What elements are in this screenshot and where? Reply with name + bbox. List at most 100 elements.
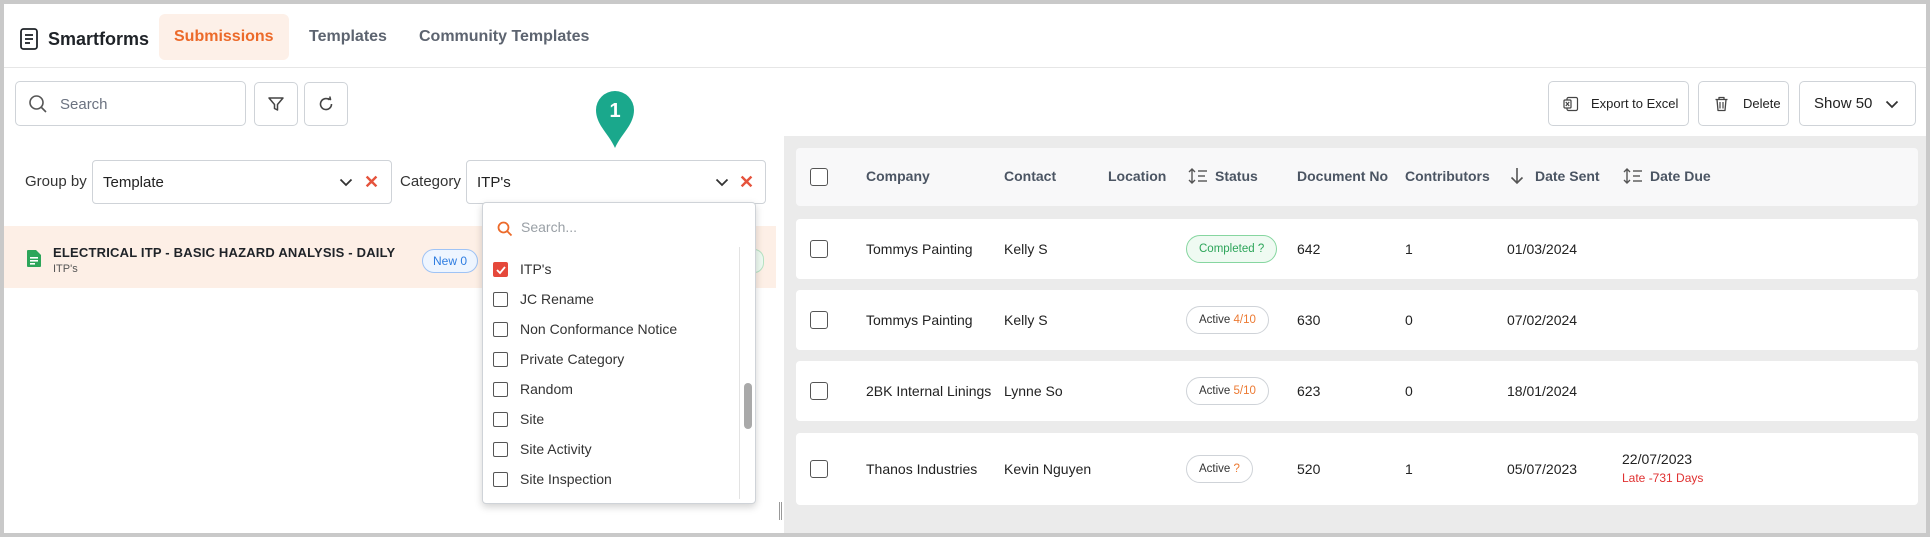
status-text: Active — [1199, 385, 1231, 397]
checkbox[interactable] — [493, 382, 508, 397]
column-location[interactable]: Location — [1108, 168, 1166, 184]
row-checkbox[interactable] — [810, 240, 828, 258]
tab-templates[interactable]: Templates — [294, 14, 402, 60]
contact-cell: Kelly S — [1004, 312, 1048, 328]
group-by-select[interactable]: Template ✕ — [92, 160, 392, 204]
new-count-badge: New 0 — [422, 249, 479, 273]
table-header: Company Contact Location Status Document… — [796, 148, 1918, 206]
search-box[interactable] — [15, 81, 246, 126]
app-title: Smartforms — [48, 29, 150, 49]
status-text: Active — [1199, 314, 1231, 326]
document-no-cell: 520 — [1297, 461, 1321, 477]
document-icon — [27, 250, 41, 267]
date-due-cell: 22/07/2023 — [1622, 451, 1693, 467]
page-size-value: Show 50 — [1814, 95, 1873, 112]
checkmark-icon — [495, 265, 506, 274]
category-search-input[interactable] — [521, 217, 721, 237]
checkbox[interactable] — [493, 322, 508, 337]
document-no-cell: 630 — [1297, 312, 1321, 328]
category-option[interactable]: Site — [493, 408, 733, 430]
divider — [4, 67, 1926, 68]
status-count: ? — [1257, 243, 1265, 255]
document-no-cell: 642 — [1297, 241, 1321, 257]
option-label: Site — [520, 411, 545, 427]
option-label: Non Conformance Notice — [520, 321, 678, 337]
column-date-due[interactable]: Date Due — [1650, 168, 1711, 184]
group-by-label: Group by — [25, 173, 87, 190]
export-to-excel-button[interactable]: Export to Excel — [1548, 81, 1689, 126]
chevron-down-icon — [339, 178, 353, 187]
smartforms-logo-icon — [20, 28, 38, 50]
status-count: 4/10 — [1233, 314, 1256, 326]
select-all-checkbox[interactable] — [810, 168, 828, 186]
sort-icon[interactable] — [1188, 167, 1208, 185]
filter-icon — [268, 97, 284, 111]
column-company[interactable]: Company — [866, 168, 930, 184]
app-window: Smartforms Submissions Templates Communi… — [4, 4, 1926, 533]
group-title: ELECTRICAL ITP - BASIC HAZARD ANALYSIS -… — [53, 245, 396, 260]
column-document-no[interactable]: Document No — [1297, 168, 1388, 184]
category-value: ITP's — [477, 174, 511, 191]
table-row[interactable]: Thanos Industries Kevin Nguyen Active ? … — [796, 433, 1918, 505]
contact-cell: Kevin Nguyen — [1004, 461, 1092, 477]
search-input[interactable] — [60, 94, 236, 114]
checkbox[interactable] — [493, 352, 508, 367]
table-row[interactable]: 2BK Internal Linings Lynne So Active 5/1… — [796, 361, 1918, 421]
checkbox-checked[interactable] — [493, 262, 508, 277]
option-label: Random — [520, 381, 573, 397]
refresh-icon — [319, 96, 333, 111]
checkbox[interactable] — [493, 442, 508, 457]
export-label: Export to Excel — [1591, 96, 1679, 111]
category-label: Category — [400, 173, 461, 190]
filter-button[interactable] — [254, 82, 298, 126]
contributors-cell: 0 — [1405, 312, 1413, 328]
company-cell: Tommys Painting — [866, 241, 973, 257]
scrollbar-thumb[interactable] — [744, 383, 752, 429]
step-marker-pin-icon: 1 — [596, 91, 634, 148]
row-checkbox[interactable] — [810, 460, 828, 478]
table-row[interactable]: Tommys Painting Kelly S Active 4/10 630 … — [796, 290, 1918, 350]
date-sent-cell: 18/01/2024 — [1507, 383, 1578, 399]
arrow-down-icon[interactable] — [1510, 167, 1524, 185]
column-date-sent[interactable]: Date Sent — [1535, 168, 1600, 184]
panel-resize-handle[interactable] — [779, 502, 782, 520]
row-checkbox[interactable] — [810, 382, 828, 400]
delete-button[interactable]: Delete — [1698, 81, 1789, 126]
tab-community-templates[interactable]: Community Templates — [404, 14, 604, 60]
checkbox[interactable] — [493, 292, 508, 307]
date-sent-cell: 05/07/2023 — [1507, 461, 1578, 477]
column-contributors[interactable]: Contributors — [1405, 168, 1490, 184]
late-indicator: Late -731 Days — [1622, 471, 1704, 485]
company-cell: Thanos Industries — [866, 461, 978, 477]
refresh-button[interactable] — [304, 82, 348, 126]
document-no-cell: 623 — [1297, 383, 1321, 399]
status-text: Completed — [1199, 243, 1255, 255]
category-option[interactable]: JC Rename — [493, 288, 733, 310]
clear-icon[interactable]: ✕ — [364, 172, 379, 193]
row-checkbox[interactable] — [810, 311, 828, 329]
table-row[interactable]: Tommys Painting Kelly S Completed ? 642 … — [796, 219, 1918, 279]
sort-icon[interactable] — [1623, 167, 1643, 185]
category-option[interactable]: Private Category — [493, 348, 733, 370]
tab-submissions[interactable]: Submissions — [159, 14, 289, 60]
option-label: JC Rename — [520, 291, 594, 307]
category-option[interactable]: ITP's — [493, 258, 733, 280]
company-cell: 2BK Internal Linings — [866, 383, 992, 399]
page-size-select[interactable]: Show 50 — [1799, 81, 1916, 126]
category-option[interactable]: Non Conformance Notice — [493, 318, 733, 340]
status-text: Active — [1199, 463, 1231, 475]
category-option[interactable]: Random — [493, 378, 733, 400]
category-option[interactable]: Site Inspection — [493, 468, 733, 490]
excel-icon — [1563, 96, 1579, 111]
checkbox[interactable] — [493, 412, 508, 427]
column-contact[interactable]: Contact — [1004, 168, 1056, 184]
option-label: ITP's — [520, 261, 552, 277]
clear-icon[interactable]: ✕ — [739, 172, 754, 193]
column-status[interactable]: Status — [1215, 168, 1258, 184]
delete-label: Delete — [1743, 96, 1781, 111]
category-dropdown: ITP's JC Rename Non Conformance Notice P… — [482, 202, 756, 504]
category-select[interactable]: ITP's ✕ — [466, 160, 766, 204]
checkbox[interactable] — [493, 472, 508, 487]
category-option[interactable]: Site Activity — [493, 438, 733, 460]
contributors-cell: 0 — [1405, 383, 1413, 399]
